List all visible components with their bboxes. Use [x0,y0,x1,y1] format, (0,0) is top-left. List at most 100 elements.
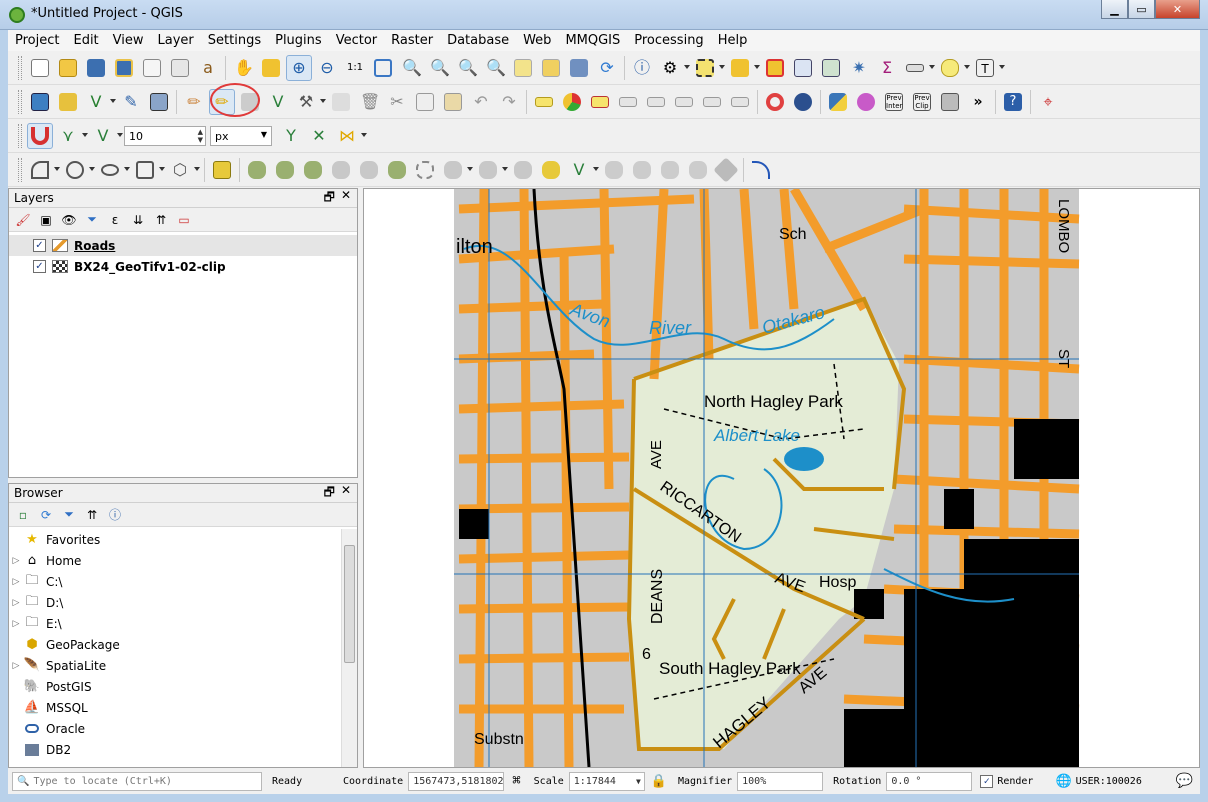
measure-action-button[interactable]: ⚙ [657,55,690,81]
messages-icon[interactable]: 💬 [1176,773,1193,789]
close-panel-icon[interactable]: ✕ [341,483,351,504]
crs-button[interactable]: USER:100026 [1076,776,1142,787]
globe-plugin-button[interactable] [790,89,816,115]
magnifier-spinbox[interactable]: 100% [737,771,824,791]
save-project-button[interactable] [83,55,109,81]
locator-search-input[interactable]: 🔍 Type to locate (Ctrl+K) [12,771,262,791]
scrollbar-thumb[interactable] [344,545,355,663]
rotation-spinbox[interactable]: 0.0 ° [886,771,973,791]
add-feature-button[interactable]: V [265,89,291,115]
float-panel-icon[interactable]: 🗗 [324,483,335,504]
menu-help[interactable]: Help [711,30,755,51]
spin-arrows-icon[interactable]: ▲ ▼ [198,128,203,144]
menu-vector[interactable]: Vector [329,30,384,51]
browser-item-e-drive[interactable]: ▷ 🗀 E:\ [9,613,341,634]
menu-edit[interactable]: Edit [66,30,105,51]
zoom-last-button[interactable]: 🔍 [454,55,480,81]
enable-snapping-button[interactable] [27,123,53,149]
split-parts-button[interactable] [601,157,627,183]
layer-diagram-button[interactable] [559,89,585,115]
layer-labeling-button[interactable] [531,89,557,115]
delete-part-button[interactable] [475,157,508,183]
expand-arrow-icon[interactable]: ▷ [9,556,23,566]
save-as-button[interactable] [111,55,137,81]
avoid-overlap-button[interactable]: ⋈ [334,123,367,149]
vertex-tool-button[interactable]: ⚒ [293,89,326,115]
layout-manager-button[interactable] [167,55,193,81]
map-render[interactable]: ilton Sch Avon River Otakaro North Hagle… [364,189,1200,768]
zoom-native-button[interactable]: 1:1 [342,55,368,81]
toolbar-overflow-button[interactable]: » [965,89,991,115]
delete-selected-button[interactable]: 🗑 [356,89,382,115]
undo-button[interactable]: ↶ [468,89,494,115]
map-tips-button[interactable] [937,55,970,81]
show-bookmarks-button[interactable] [566,55,592,81]
zoom-full-button[interactable] [370,55,396,81]
rotate-feature-button[interactable] [272,157,298,183]
browser-item-c-drive[interactable]: ▷ 🗀 C:\ [9,571,341,592]
python-console-button[interactable] [825,89,851,115]
style-manager-button[interactable]: a [195,55,221,81]
merge-features-button[interactable] [629,157,655,183]
add-raster-layer-button[interactable]: ✎ [118,89,144,115]
browser-scrollbar[interactable] [341,529,357,767]
help-button[interactable]: ? [1000,89,1026,115]
pan-map-button[interactable]: ✋ [230,55,256,81]
snapping-type-button[interactable]: V [90,123,123,149]
coordinate-field[interactable]: 1567473,5181802 [408,771,505,791]
pan-to-selection-button[interactable] [258,55,284,81]
browser-item-postgis[interactable]: 🐘 PostGIS [9,676,341,697]
globe-crs-icon[interactable]: 🌐 [1055,774,1071,789]
layer-visibility-checkbox[interactable]: ✓ [33,239,46,252]
add-selected-layers-button[interactable]: ▫ [13,505,33,525]
browser-collapse-button[interactable]: ⇈ [82,505,102,525]
filter-by-expression-button[interactable]: ε [105,210,125,230]
browser-item-home[interactable]: ▷ ⌂ Home [9,550,341,571]
rotate-point-symbols-button[interactable] [685,157,711,183]
menu-database[interactable]: Database [440,30,516,51]
select-by-value-button[interactable] [727,55,760,81]
merge-attributes-button[interactable] [657,157,683,183]
split-features-button[interactable]: V [566,157,599,183]
offset-point-symbols-button[interactable] [713,157,739,183]
minimize-button[interactable]: ▁ [1101,0,1128,19]
toggle-extents-icon[interactable]: ⌘ [512,773,520,789]
scale-combo[interactable]: 1:17844 ▼ [568,771,645,791]
add-part-button[interactable] [384,157,410,183]
delete-ring-button[interactable] [440,157,473,183]
move-feature-button[interactable] [244,157,270,183]
identify-button[interactable]: ⓘ [629,55,655,81]
new-bookmark-button[interactable] [538,55,564,81]
toolbox-button[interactable]: ✷ [846,55,872,81]
simplify-feature-button[interactable] [328,157,354,183]
browser-item-favorites[interactable]: ★ Favorites [9,529,341,550]
snap-tolerance-spinbox[interactable]: 10 ▲ ▼ [124,126,206,146]
browser-item-d-drive[interactable]: ▷ 🗀 D:\ [9,592,341,613]
menu-settings[interactable]: Settings [201,30,268,51]
filter-legend-button[interactable]: ⏷ [82,210,102,230]
menu-processing[interactable]: Processing [627,30,710,51]
zoom-to-layer-button[interactable]: 🔍 [426,55,452,81]
zoom-next-button[interactable]: 🔍 [482,55,508,81]
measure-button[interactable] [902,55,935,81]
remove-layer-button[interactable]: ▭ [174,210,194,230]
expand-arrow-icon[interactable]: ▷ [9,661,23,671]
layer-row-geotiff[interactable]: ✓ BX24_GeoTifv1-02-clip [9,256,357,277]
map-canvas[interactable]: ilton Sch Avon River Otakaro North Hagle… [363,188,1200,768]
add-circle-button[interactable] [62,157,95,183]
browser-refresh-button[interactable]: ⟳ [36,505,56,525]
zoom-to-selection-button[interactable]: 🔍 [398,55,424,81]
paste-features-button[interactable] [440,89,466,115]
collapse-all-button[interactable]: ⇈ [151,210,171,230]
snap-unit-select[interactable]: px ▼ [210,126,272,146]
scale-feature-button[interactable] [300,157,326,183]
refresh-button[interactable]: ⟳ [594,55,620,81]
snapping-layers-button[interactable]: ⋎ [55,123,88,149]
copy-features-button[interactable] [412,89,438,115]
menu-project[interactable]: Project [8,30,66,51]
close-button[interactable]: ✕ [1155,0,1200,19]
coordinate-capture-button[interactable]: ⌖ [1035,89,1061,115]
manage-map-themes-button[interactable]: 👁 [59,210,79,230]
browser-item-geopackage[interactable]: ⬢ GeoPackage [9,634,341,655]
browser-properties-button[interactable]: ⓘ [105,505,125,525]
